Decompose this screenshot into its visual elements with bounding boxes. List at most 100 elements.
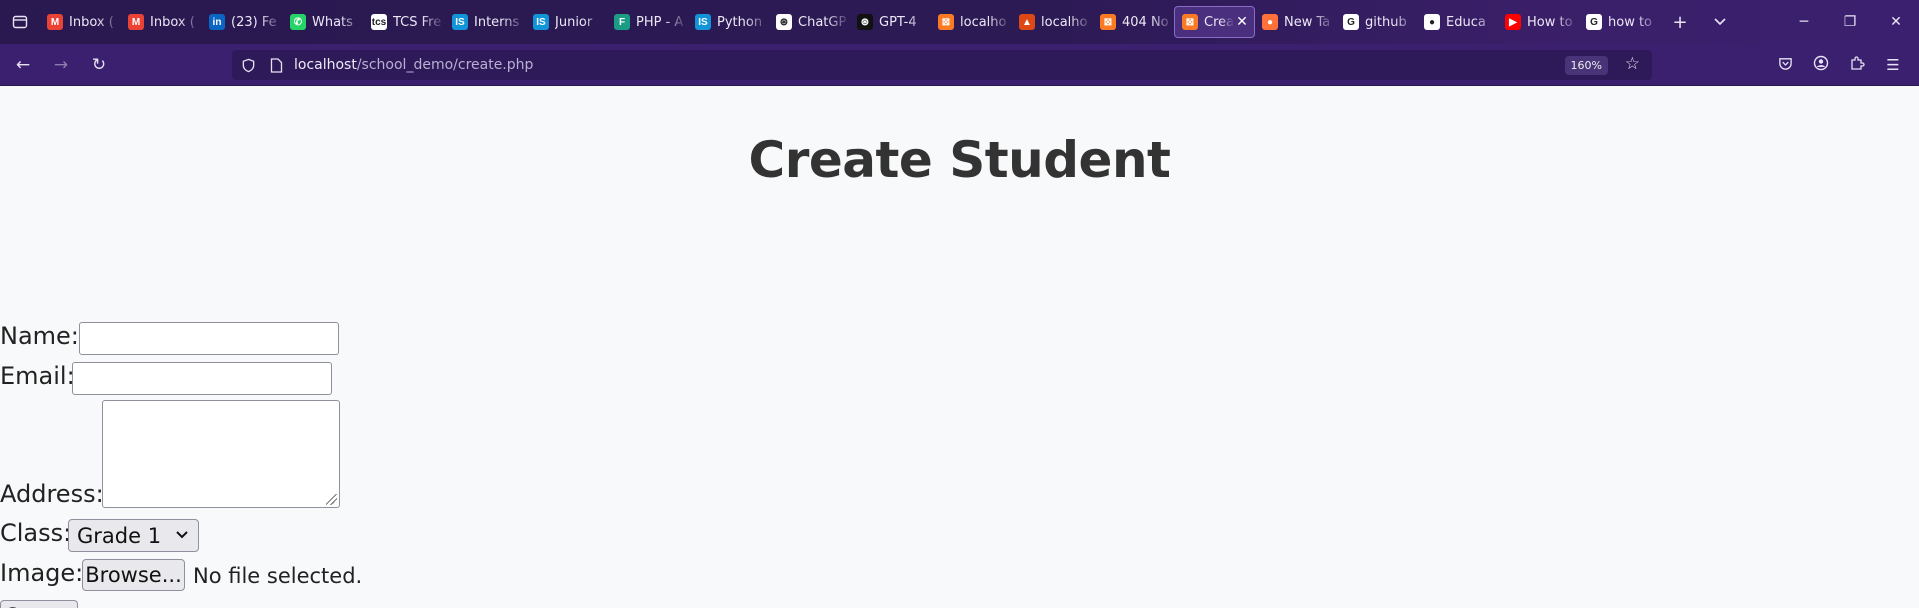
browser-tab[interactable]: IS Interns	[445, 6, 526, 38]
address-bar[interactable]: localhost/school_demo/create.php 160% ☆	[232, 50, 1652, 80]
tab-label: Crea	[1204, 14, 1234, 30]
navigation-toolbar: ← → ↻ localhost/school_demo/create.php 1…	[0, 44, 1919, 86]
tab-label: localho	[1041, 14, 1088, 30]
account-icon	[1813, 55, 1829, 75]
tab-label: New Ta	[1284, 14, 1331, 30]
name-row: Name:	[0, 322, 79, 350]
browser-tab[interactable]: ● Educa	[1417, 6, 1498, 38]
firefox-view-icon	[12, 15, 28, 29]
chatgpt-icon: ⊛	[776, 14, 792, 30]
tab-label: ChatGP	[798, 14, 847, 30]
tab-label: how to	[1608, 14, 1653, 30]
tab-label: Whats	[312, 14, 353, 30]
browser-tab[interactable]: M Inbox (	[40, 6, 121, 38]
browser-tab[interactable]: in (23) Fe	[202, 6, 283, 38]
tab-label: Inbox (	[69, 14, 114, 30]
tab-label: github	[1365, 14, 1407, 30]
browse-button[interactable]: Browse...	[82, 559, 185, 591]
bookmark-star-icon[interactable]: ☆	[1625, 54, 1640, 74]
browser-tab[interactable]: IS Junior	[526, 6, 607, 38]
address-textarea[interactable]	[102, 400, 340, 508]
image-row: Image:	[0, 559, 83, 587]
list-all-tabs-button[interactable]	[1700, 6, 1740, 38]
firefox-icon: ●	[1262, 14, 1278, 30]
email-row: Email:	[0, 362, 75, 390]
google-icon: G	[1343, 14, 1359, 30]
reload-button[interactable]: ↻	[81, 49, 117, 81]
toolbar-right: ☰	[1767, 49, 1911, 81]
create-button[interactable]: Create	[0, 600, 78, 608]
browser-tab[interactable]: ⊠ localho	[931, 6, 1012, 38]
tab-label: TCS Fre	[393, 14, 442, 30]
browser-tab[interactable]: M Inbox (	[121, 6, 202, 38]
tab-label: 404 No	[1122, 14, 1169, 30]
minimize-button[interactable]: ─	[1781, 0, 1827, 44]
tab-list: M Inbox (M Inbox (in (23) Fe ✆ Whats tcs TCS Fr…	[40, 6, 1660, 38]
browser-tab[interactable]: ⊠ 404 No	[1093, 6, 1174, 38]
browser-tab[interactable]: ● New Ta	[1255, 6, 1336, 38]
extensions-button[interactable]	[1839, 49, 1875, 81]
tcs-icon: tcs	[371, 14, 387, 30]
pocket-button[interactable]	[1767, 49, 1803, 81]
browser-tab[interactable]: ▲ localho	[1012, 6, 1093, 38]
tab-strip: M Inbox (M Inbox (in (23) Fe ✆ Whats tcs TCS Fr…	[0, 0, 1919, 44]
pocket-icon	[1778, 56, 1793, 75]
restore-icon: ❐	[1843, 14, 1857, 30]
tab-label: Interns	[474, 14, 520, 30]
linkedin-icon: in	[209, 14, 225, 30]
url-path: /school_demo/create.php	[356, 57, 534, 73]
browser-tab[interactable]: Ghow to	[1579, 6, 1660, 38]
page-title: Create Student	[748, 131, 1171, 189]
browser-tab[interactable]: Ggithub	[1336, 6, 1417, 38]
tab-label: GPT-4	[879, 14, 917, 30]
gmail-icon: M	[128, 14, 144, 30]
forward-button[interactable]: →	[43, 49, 79, 81]
name-input[interactable]	[79, 322, 339, 355]
xampp-icon: ⊠	[1182, 14, 1198, 30]
account-button[interactable]	[1803, 49, 1839, 81]
browser-tab[interactable]: ⊛ GPT-4	[850, 6, 931, 38]
menu-button[interactable]: ☰	[1875, 49, 1911, 81]
firefox-view-button[interactable]	[0, 0, 40, 44]
google-icon: G	[1586, 14, 1602, 30]
hamburger-menu-icon: ☰	[1886, 56, 1900, 74]
gmail-icon: M	[47, 14, 63, 30]
browser-tab[interactable]: tcs TCS Fre	[364, 6, 445, 38]
internshala-icon: IS	[533, 14, 549, 30]
window-controls: ─ ❐ ✕	[1781, 0, 1919, 44]
tab-label: PHP - A	[636, 14, 684, 30]
class-select[interactable]: Grade 1	[68, 519, 199, 552]
back-button[interactable]: ←	[5, 49, 41, 81]
openai-icon: ⊛	[857, 14, 873, 30]
arrow-left-icon: ←	[15, 54, 31, 75]
browser-tab[interactable]: ▶ How to	[1498, 6, 1579, 38]
chevron-down-icon	[1714, 18, 1726, 26]
restore-button[interactable]: ❐	[1827, 0, 1873, 44]
reload-icon: ↻	[91, 54, 107, 75]
file-status-text: No file selected.	[193, 564, 363, 588]
class-label: Class:	[0, 519, 72, 547]
close-tab-icon[interactable]: ✕	[1234, 14, 1250, 30]
email-input[interactable]	[72, 362, 332, 395]
internshala-icon: IS	[452, 14, 468, 30]
browser-tab[interactable]: IS Python	[688, 6, 769, 38]
browser-tab[interactable]: ⊛ ChatGP	[769, 6, 850, 38]
shield-icon[interactable]	[236, 50, 260, 80]
plus-icon: +	[1672, 11, 1688, 33]
browser-tab[interactable]: ✆ Whats	[283, 6, 364, 38]
page-content: Create Student Name: Email: Address: Cla…	[0, 86, 1919, 608]
zoom-level-badge[interactable]: 160%	[1564, 56, 1608, 75]
youtube-icon: ▶	[1505, 14, 1521, 30]
chevron-down-icon	[175, 524, 189, 550]
class-selected-value: Grade 1	[77, 523, 162, 548]
browser-tab[interactable]: ⊠ Crea ✕	[1174, 6, 1255, 38]
new-tab-button[interactable]: +	[1660, 6, 1700, 38]
name-label: Name:	[0, 322, 79, 350]
url-host: localhost	[294, 57, 357, 73]
resize-grip-icon[interactable]	[326, 494, 337, 505]
tab-label: Junior	[555, 14, 593, 30]
tab-label: How to	[1527, 14, 1573, 30]
browser-tab[interactable]: F PHP - A	[607, 6, 688, 38]
close-window-button[interactable]: ✕	[1873, 0, 1919, 44]
page-icon[interactable]	[264, 50, 288, 80]
